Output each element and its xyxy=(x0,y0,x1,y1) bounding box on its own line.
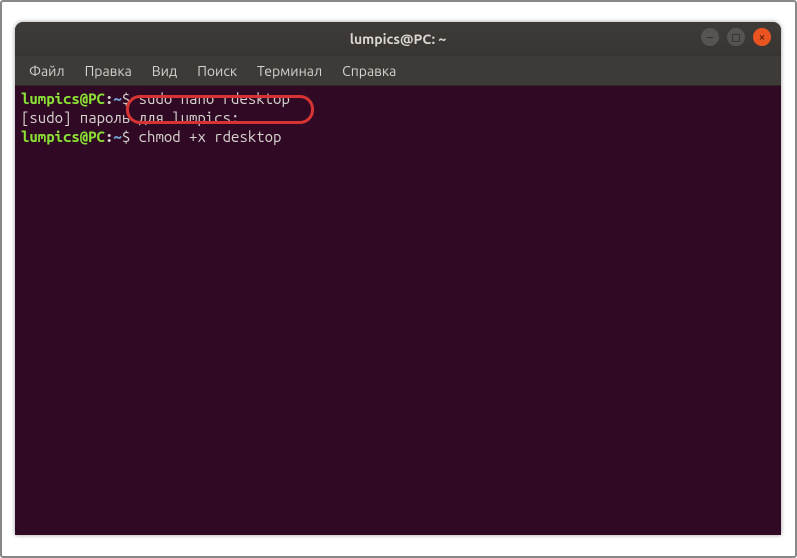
prompt-path: ~ xyxy=(113,90,121,107)
menubar: Файл Правка Вид Поиск Терминал Справка xyxy=(15,56,781,86)
titlebar: lumpics@PC: ~ – ◻ × xyxy=(15,22,781,56)
window-controls: – ◻ × xyxy=(701,28,771,46)
prompt-path: ~ xyxy=(113,128,121,145)
terminal-line: lumpics@PC:~$ sudo nano rdesktop xyxy=(21,90,775,109)
prompt-user: lumpics@PC xyxy=(21,90,105,107)
output-text: [sudo] пароль для lumpics: xyxy=(21,109,239,126)
prompt-user: lumpics@PC xyxy=(21,128,105,145)
maximize-icon: ◻ xyxy=(731,30,741,44)
maximize-button[interactable]: ◻ xyxy=(727,28,745,46)
menu-help[interactable]: Справка xyxy=(332,59,406,83)
menu-view[interactable]: Вид xyxy=(142,59,187,83)
minimize-button[interactable]: – xyxy=(701,28,719,46)
terminal-line: [sudo] пароль для lumpics: xyxy=(21,109,775,128)
terminal-body[interactable]: lumpics@PC:~$ sudo nano rdesktop [sudo] … xyxy=(15,86,781,535)
close-button[interactable]: × xyxy=(753,28,771,46)
window-title: lumpics@PC: ~ xyxy=(350,31,447,47)
command-text: sudo nano rdesktop xyxy=(139,90,290,107)
menu-search[interactable]: Поиск xyxy=(187,59,247,83)
prompt-dollar: $ xyxy=(122,128,139,145)
terminal-window: lumpics@PC: ~ – ◻ × Файл Правка Вид Поис… xyxy=(15,22,781,535)
prompt-dollar: $ xyxy=(122,90,139,107)
menu-file[interactable]: Файл xyxy=(19,59,75,83)
minimize-icon: – xyxy=(707,31,713,44)
menu-edit[interactable]: Правка xyxy=(75,59,142,83)
close-icon: × xyxy=(759,31,766,44)
menu-terminal[interactable]: Терминал xyxy=(247,59,332,83)
terminal-line: lumpics@PC:~$ chmod +x rdesktop xyxy=(21,128,775,147)
command-text: chmod +x rdesktop xyxy=(139,128,282,145)
